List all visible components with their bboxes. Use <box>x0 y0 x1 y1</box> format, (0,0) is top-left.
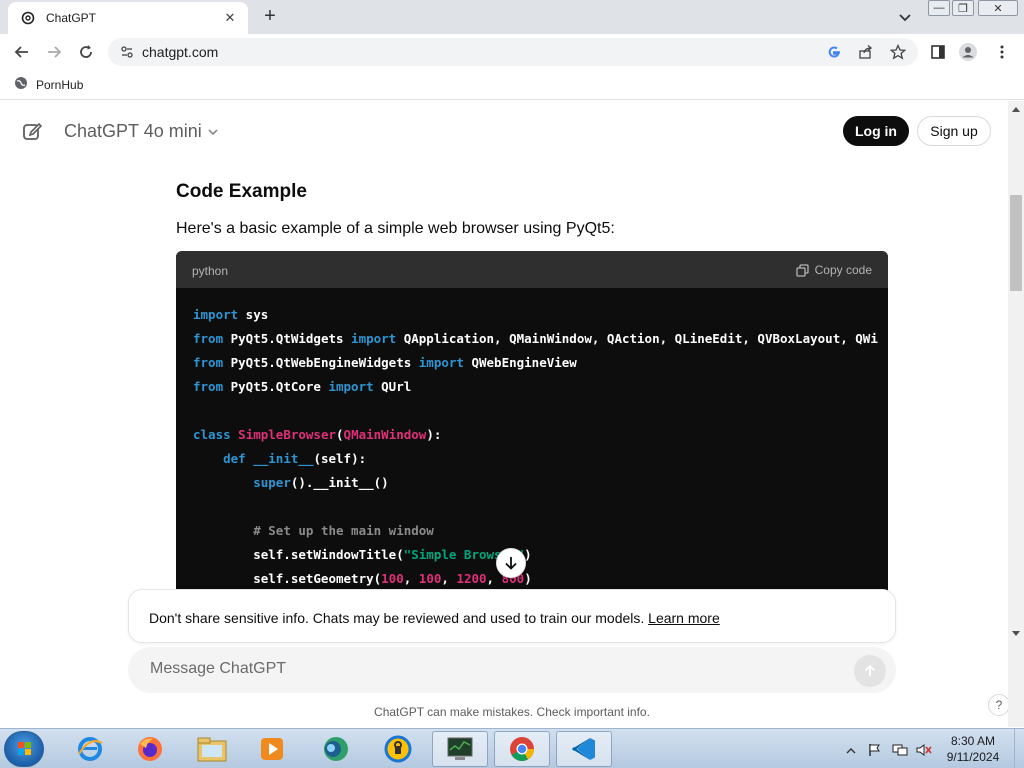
code-language-label: python <box>192 264 229 278</box>
windows-logo-icon <box>18 742 31 755</box>
code-line: self.setWindowTitle("Simple Browser") <box>193 547 532 562</box>
scrollbar-thumb[interactable] <box>1010 195 1022 291</box>
code-line: from PyQt5.QtWidgets import QApplication… <box>193 331 878 346</box>
profile-avatar-icon[interactable] <box>958 42 978 62</box>
chrome-icon[interactable] <box>494 731 550 767</box>
forward-arrow-icon[interactable] <box>44 42 64 62</box>
send-button[interactable] <box>854 655 886 687</box>
file-explorer-icon[interactable] <box>184 731 240 767</box>
restore-button[interactable]: ❐ <box>952 0 974 16</box>
system-monitor-icon[interactable] <box>432 731 488 767</box>
scroll-down-arrow-icon[interactable] <box>1012 631 1020 636</box>
code-block-header: python Copy code <box>176 251 888 288</box>
code-line: import sys <box>193 307 269 322</box>
openai-icon <box>20 10 36 26</box>
address-bar[interactable]: chatgpt.com <box>108 38 918 66</box>
google-icon[interactable] <box>826 44 842 60</box>
share-icon[interactable] <box>858 44 874 60</box>
arrow-up-icon <box>864 664 876 676</box>
model-selector[interactable]: ChatGPT 4o mini <box>64 121 202 142</box>
chevron-down-icon[interactable] <box>206 125 220 139</box>
tab-chatgpt[interactable]: ChatGPT ✕ <box>8 2 248 34</box>
back-arrow-icon[interactable] <box>12 42 32 62</box>
learn-more-link[interactable]: Learn more <box>648 610 720 626</box>
message-composer[interactable]: Message ChatGPT <box>128 647 896 693</box>
close-window-button[interactable]: ✕ <box>978 0 1018 16</box>
clock-time: 8:30 AM <box>950 734 996 748</box>
tab-search-chevron-icon[interactable] <box>896 8 914 26</box>
arrow-down-icon <box>505 557 517 570</box>
scroll-up-arrow-icon[interactable] <box>1012 107 1020 112</box>
system-clock[interactable]: 8:30 AM 9/11/2024 <box>938 733 1008 765</box>
section-heading: Code Example <box>176 181 307 202</box>
disclaimer-text: ChatGPT can make mistakes. Check importa… <box>374 705 650 719</box>
code-block: python Copy code import sys from PyQt5.Qt… <box>176 251 888 611</box>
browser-app-icon[interactable] <box>308 731 364 767</box>
network-icon[interactable] <box>892 743 908 756</box>
show-desktop-button[interactable] <box>1014 729 1024 768</box>
message-input[interactable]: Message ChatGPT <box>150 660 286 678</box>
code-line: self.setGeometry(100, 100, 1200, 800) <box>193 571 532 586</box>
media-player-icon[interactable] <box>244 731 300 767</box>
tab-title: ChatGPT <box>46 11 97 25</box>
side-panel-icon[interactable] <box>928 42 948 62</box>
copy-code-button[interactable]: Copy code <box>795 263 872 277</box>
internet-explorer-icon[interactable] <box>62 731 118 767</box>
copy-code-label: Copy code <box>814 263 872 277</box>
close-tab-icon[interactable]: ✕ <box>222 10 238 26</box>
bookmark-star-icon[interactable] <box>889 43 907 60</box>
code-line: def __init__(self): <box>223 451 367 466</box>
show-hidden-icons-icon[interactable] <box>846 743 860 755</box>
globe-icon <box>14 76 28 93</box>
code-line: from PyQt5.QtWebEngineWidgets import QWe… <box>193 355 577 370</box>
security-app-icon[interactable] <box>370 731 426 767</box>
help-button[interactable]: ? <box>988 694 1008 716</box>
browser-menu-icon[interactable] <box>992 42 1012 62</box>
new-tab-button[interactable]: + <box>258 6 282 28</box>
code-line: class SimpleBrowser(QMainWindow): <box>193 427 442 442</box>
firefox-icon[interactable] <box>122 731 178 767</box>
clock-date: 9/11/2024 <box>946 750 1000 764</box>
bookmark-label: PornHub <box>36 77 84 92</box>
url-text: chatgpt.com <box>142 44 219 60</box>
chatgpt-page: ChatGPT 4o mini Log in Sign up Code Exam… <box>0 101 1008 727</box>
code-line: # Set up the main window <box>253 523 434 538</box>
windows-taskbar: 8:30 AM 9/11/2024 <box>0 728 1024 768</box>
new-chat-edit-icon[interactable] <box>22 121 43 141</box>
reload-icon[interactable] <box>76 42 96 62</box>
signup-button[interactable]: Sign up <box>917 116 991 146</box>
code-line: from PyQt5.QtCore import QUrl <box>193 379 412 394</box>
copy-icon <box>795 263 809 277</box>
code-content[interactable]: import sys from PyQt5.QtWidgets import QA… <box>193 303 878 591</box>
page-scrollbar[interactable] <box>1008 101 1024 727</box>
bookmark-item[interactable]: PornHub <box>14 76 83 93</box>
vscode-icon[interactable] <box>556 731 612 767</box>
notice-text: Don't share sensitive info. Chats may be… <box>149 610 649 626</box>
code-line: super().__init__() <box>253 475 389 490</box>
start-button[interactable] <box>4 731 44 767</box>
bookmarks-bar: PornHub <box>0 70 1024 100</box>
minimize-button[interactable]: — <box>928 0 950 16</box>
volume-muted-icon[interactable] <box>916 743 932 756</box>
site-info-icon[interactable] <box>120 45 134 59</box>
action-center-flag-icon[interactable] <box>868 743 882 756</box>
intro-paragraph: Here's a basic example of a simple web b… <box>176 220 615 237</box>
tab-strip: ChatGPT ✕ + — ❐ ✕ <box>0 0 1024 34</box>
login-button[interactable]: Log in <box>843 116 909 146</box>
privacy-notice: Don't share sensitive info. Chats may be… <box>128 589 896 643</box>
scroll-to-bottom-button[interactable] <box>496 548 526 578</box>
